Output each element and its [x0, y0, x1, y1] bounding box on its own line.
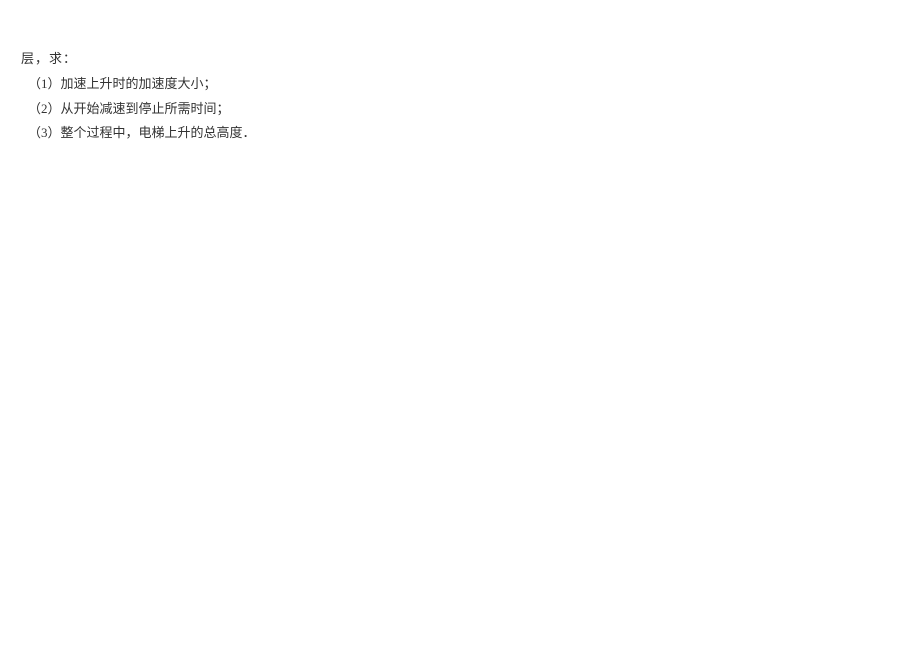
problem-item-3: （3）整个过程中，电梯上升的总高度． [21, 123, 920, 144]
problem-item-2: （2）从开始减速到停止所需时间； [21, 99, 920, 120]
problem-intro: 层，求： [21, 49, 920, 70]
problem-item-1: （1）加速上升时的加速度大小； [21, 74, 920, 95]
